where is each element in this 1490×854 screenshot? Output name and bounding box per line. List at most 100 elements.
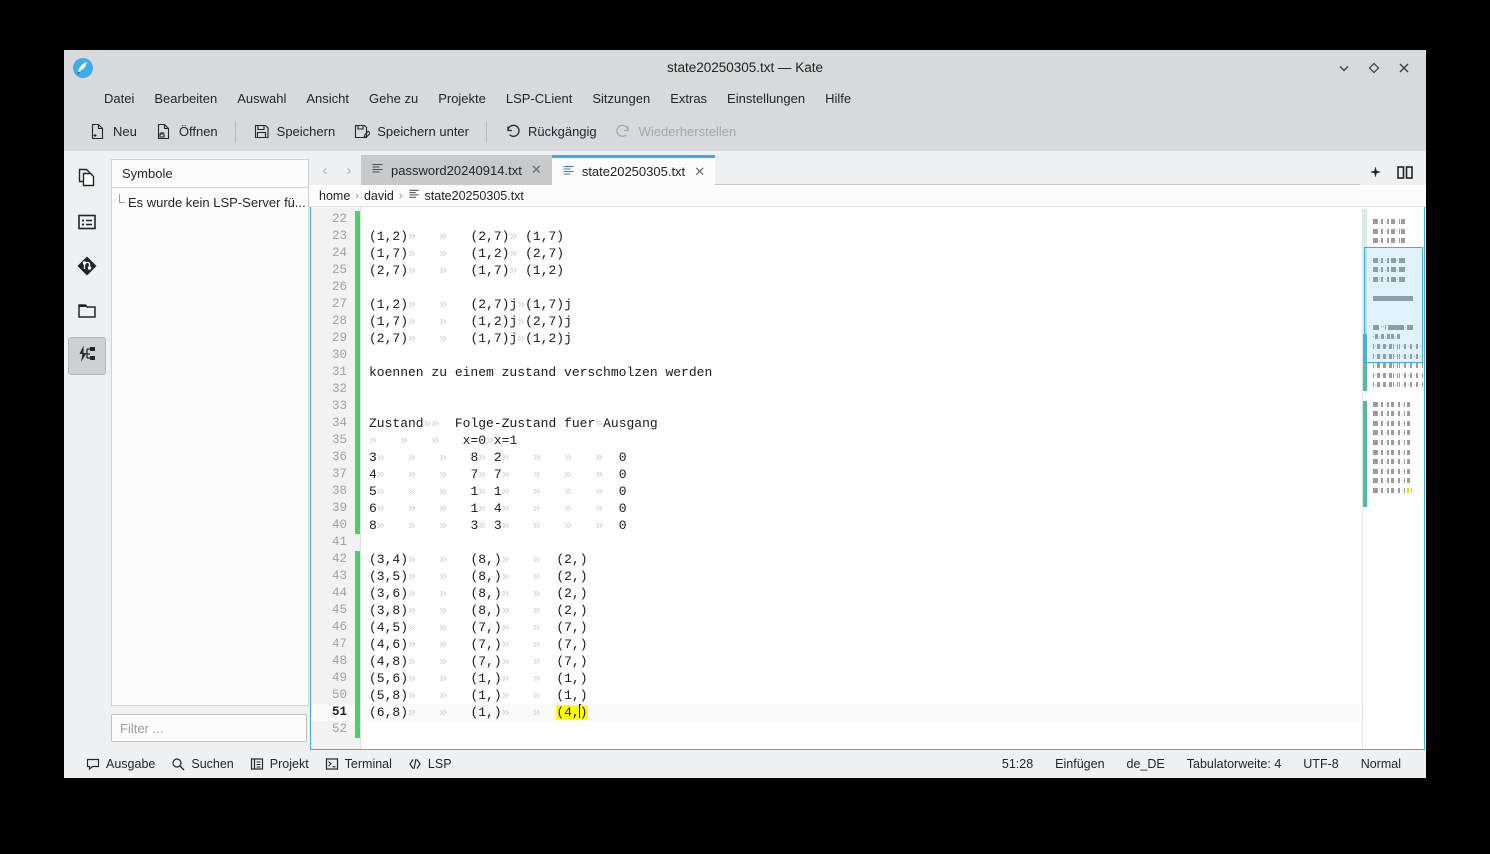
status-insert-mode[interactable]: Einfügen [1044, 754, 1115, 774]
code-text: (1,7) [525, 229, 564, 244]
code-line[interactable]: (1,2)» » (2,7)» (1,7) [369, 228, 1362, 245]
status-tab-width[interactable]: Tabulatorweite: 4 [1176, 754, 1293, 774]
save-as-button[interactable]: Speichern unter [344, 118, 478, 145]
tab-close-icon[interactable]: ✕ [692, 164, 707, 179]
status-mode[interactable]: Normal [1350, 754, 1412, 774]
status-project-button[interactable]: Projekt [242, 754, 317, 774]
save-button[interactable]: Speichern [244, 118, 345, 145]
minimap-block [1387, 488, 1390, 493]
code-line[interactable]: koennen zu einem zustand verschmolzen we… [369, 364, 1362, 381]
code-text: (1,2)j [470, 314, 517, 329]
tab-state20250305[interactable]: state20250305.txt ✕ [552, 155, 715, 185]
rail-item-documents[interactable] [68, 161, 106, 199]
code-line[interactable] [369, 381, 1362, 398]
symbols-tree-item[interactable]: Es wurde kein LSP-Server fü... [112, 192, 308, 212]
tab-close-icon[interactable]: ✕ [529, 163, 544, 178]
code-line[interactable]: Zustand»» Folge-Zustand fuer»Ausgang [369, 415, 1362, 432]
code-line[interactable] [369, 534, 1362, 551]
code-line[interactable]: 5» » » 1» 1» » » » 0 [369, 483, 1362, 500]
code-line[interactable]: (5,6)» » (1,)» » (1,) [369, 670, 1362, 687]
editor-minimap[interactable] [1362, 207, 1424, 749]
status-terminal-button[interactable]: Terminal [317, 754, 400, 774]
code-line[interactable] [369, 398, 1362, 415]
menu-hilfe[interactable]: Hilfe [815, 88, 861, 109]
tab-next-button[interactable]: › [337, 155, 361, 185]
new-button[interactable]: Neu [80, 118, 146, 145]
code-line[interactable]: (2,7)» » (1,7)» (1,2) [369, 262, 1362, 279]
minimap-block [1385, 413, 1386, 415]
minimap-block [1385, 269, 1386, 271]
code-line[interactable]: » » » x=0»x=1 [369, 432, 1362, 449]
code-line[interactable] [369, 211, 1362, 228]
code-line[interactable]: (1,2)» » (2,7)j»(1,7)j [369, 296, 1362, 313]
status-search-button[interactable]: Suchen [163, 754, 241, 774]
symbols-tree[interactable]: Es wurde kein LSP-Server fü... [111, 187, 309, 706]
minimap-modified-marker [1363, 411, 1367, 421]
code-line[interactable]: (5,8)» » (1,)» » (1,) [369, 687, 1362, 704]
menu-einstellungen[interactable]: Einstellungen [717, 88, 815, 109]
code-editor-text[interactable]: (1,2)» » (2,7)» (1,7)(1,7)» » (1,2)» (2,… [361, 207, 1362, 749]
code-line[interactable]: (3,4)» » (8,)» » (2,) [369, 551, 1362, 568]
code-text [510, 484, 533, 499]
code-line[interactable]: (2,7)» » (1,7)j»(1,2)j [369, 330, 1362, 347]
status-lsp-button[interactable]: LSP [400, 754, 460, 774]
redo-button[interactable]: Wiederherstellen [606, 118, 746, 145]
tab-prev-button[interactable]: ‹ [313, 155, 337, 185]
code-line[interactable]: 4» » » 7» 7» » » » 0 [369, 466, 1362, 483]
tab-marker: » [408, 297, 416, 312]
undo-button[interactable]: Rückgängig [495, 118, 606, 145]
minimap-block [1408, 384, 1409, 386]
status-language[interactable]: de_DE [1116, 754, 1176, 774]
menu-bearbeiten[interactable]: Bearbeiten [144, 88, 227, 109]
status-encoding[interactable]: UTF-8 [1292, 754, 1349, 774]
code-line[interactable]: (1,7)» » (1,2)j»(2,7)j [369, 313, 1362, 330]
code-line[interactable]: (4,8)» » (7,)» » (7,) [369, 653, 1362, 670]
breadcrumb-part-david[interactable]: david [364, 189, 394, 203]
code-text: koennen zu einem zustand verschmolzen we… [369, 365, 712, 380]
code-line[interactable]: 3» » » 8» 2» » » » 0 [369, 449, 1362, 466]
menu-ansicht[interactable]: Ansicht [296, 88, 359, 109]
status-output-button[interactable]: Ausgabe [78, 754, 163, 774]
close-button[interactable] [1392, 56, 1416, 80]
code-line[interactable] [369, 279, 1362, 296]
menu-auswahl[interactable]: Auswahl [227, 88, 296, 109]
code-line[interactable] [369, 721, 1362, 738]
status-cursor-position[interactable]: 51:28 [991, 754, 1044, 774]
code-line[interactable]: (3,8)» » (8,)» » (2,) [369, 602, 1362, 619]
rail-item-git[interactable] [68, 249, 106, 287]
menu-projekte[interactable]: Projekte [428, 88, 496, 109]
rail-item-lsp[interactable] [68, 337, 106, 375]
menu-lsp-client[interactable]: LSP-CLient [496, 88, 582, 109]
minimize-button[interactable] [1332, 56, 1356, 80]
tab-password20240914[interactable]: password20240914.txt ✕ [361, 155, 552, 185]
code-line[interactable]: (6,8)» » (1,)» » (4,) [369, 704, 1362, 721]
minimap-block [1373, 440, 1378, 445]
code-line[interactable]: (1,7)» » (1,2)» (2,7) [369, 245, 1362, 262]
minimap-block [1381, 450, 1384, 455]
code-text: (7,) [470, 637, 501, 652]
breadcrumb-part-file[interactable]: state20250305.txt [425, 189, 524, 203]
minimap-block [1385, 451, 1386, 453]
menu-datei[interactable]: Datei [94, 88, 144, 109]
code-line[interactable] [369, 347, 1362, 364]
minimap-modified-marker [1363, 247, 1367, 257]
code-line[interactable]: 6» » » 1» 4» » » » 0 [369, 500, 1362, 517]
rail-item-filesystem[interactable] [68, 293, 106, 331]
menu-extras[interactable]: Extras [660, 88, 717, 109]
code-line[interactable]: (4,5)» » (7,)» » (7,) [369, 619, 1362, 636]
menu-sitzungen[interactable]: Sitzungen [582, 88, 660, 109]
code-line[interactable]: 8» » » 3» 3» » » » 0 [369, 517, 1362, 534]
rail-item-symbols[interactable] [68, 205, 106, 243]
breadcrumb-part-home[interactable]: home [319, 189, 350, 203]
menu-gehe-zu[interactable]: Gehe zu [359, 88, 428, 109]
minimap-block [1381, 402, 1384, 407]
open-button[interactable]: Öffnen [146, 118, 227, 145]
quick-open-icon[interactable] [1366, 163, 1384, 181]
code-line[interactable]: (3,6)» » (8,)» » (2,) [369, 585, 1362, 602]
symbols-filter-input[interactable] [111, 714, 307, 742]
maximize-button[interactable] [1362, 56, 1386, 80]
code-line[interactable]: (4,6)» » (7,)» » (7,) [369, 636, 1362, 653]
code-line[interactable]: (3,5)» » (8,)» » (2,) [369, 568, 1362, 585]
split-view-icon[interactable] [1396, 163, 1414, 181]
status-terminal-label: Terminal [345, 757, 392, 771]
